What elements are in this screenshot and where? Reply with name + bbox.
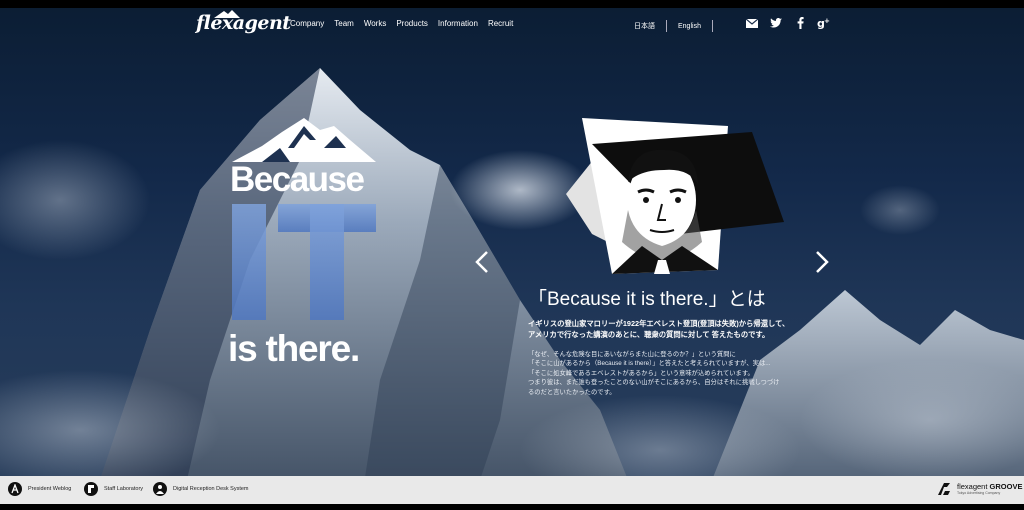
- brand-name: flexagent GROOVE: [957, 482, 1023, 491]
- footer-link-label: Staff Laboratory: [104, 486, 144, 492]
- brand-subtitle: Tokyo Advertising Company: [957, 491, 1001, 495]
- lead-text: イギリスの登山家マロリーが1922年エベレスト登頂(登頂は失敗)から帰還して、 …: [528, 318, 798, 340]
- digital-reception-icon: [153, 482, 167, 496]
- nav-information[interactable]: Information: [438, 19, 478, 28]
- footer-link-label: President Weblog: [28, 486, 72, 492]
- body-line: 「そこに山があるから（Because it is there）」と答えたと考えら…: [528, 360, 771, 368]
- hero-background: [0, 0, 1024, 510]
- lang-divider: [666, 20, 667, 32]
- nav-company[interactable]: Company: [290, 19, 324, 28]
- twitter-icon[interactable]: [769, 16, 783, 30]
- lang-japanese[interactable]: 日本語: [634, 21, 655, 31]
- nav-team[interactable]: Team: [334, 19, 354, 28]
- body-line: 「なぜ、そんな危険な目にあいながらまた山に登るのか？」という質問に: [528, 351, 736, 358]
- social-links: g +: [745, 16, 831, 30]
- svg-text:+: +: [824, 17, 830, 25]
- body-line: 「そこに処女峰であるエベレストがあるから」という意味が込められています。: [528, 369, 754, 377]
- body-line: つまり彼は、まだ誰も登ったことのない山がそこにあるから、自分はそれに挑戦しつづけ: [528, 379, 780, 387]
- it-heading: IT: [232, 204, 376, 320]
- nav-works[interactable]: Works: [364, 19, 387, 28]
- footer-link-digital-reception[interactable]: Digital Reception Desk System: [153, 482, 249, 496]
- body-line: るのだと言いたかったのです。: [528, 388, 616, 396]
- groove-logo-icon: [938, 483, 950, 495]
- next-slide-arrow-icon[interactable]: [812, 250, 832, 274]
- lead-line: アメリカで行なった講演のあとに、聴衆の質問に対して 答えたものです。: [528, 330, 770, 339]
- google-plus-icon[interactable]: g +: [817, 16, 831, 30]
- footer-bar: President Weblog Staff Laboratory Digita…: [0, 476, 1024, 504]
- body-text: 「なぜ、そんな危険な目にあいながらまた山に登るのか？」という質問に 「そこに山が…: [528, 350, 798, 397]
- footer-link-president-weblog[interactable]: President Weblog: [8, 482, 71, 496]
- language-switch: 日本語 English: [634, 20, 724, 32]
- is-there-heading: is there.: [228, 328, 360, 369]
- lang-english[interactable]: English: [678, 23, 701, 30]
- footer-link-staff-laboratory[interactable]: Staff Laboratory: [84, 482, 143, 496]
- site-logo[interactable]: flexagent: [196, 12, 291, 34]
- president-weblog-icon: [8, 482, 22, 496]
- quote-title: 「Because it is there.」とは: [528, 289, 766, 310]
- mail-icon[interactable]: [745, 16, 759, 30]
- mountain-photo: [0, 68, 1024, 510]
- staff-laboratory-icon: [84, 482, 98, 496]
- mallory-portrait: [566, 118, 784, 274]
- nav-products[interactable]: Products: [396, 19, 428, 28]
- bottom-bar: [0, 504, 1024, 510]
- nav-recruit[interactable]: Recruit: [488, 19, 513, 28]
- facebook-icon[interactable]: [793, 16, 807, 30]
- lead-line: イギリスの登山家マロリーが1922年エベレスト登頂(登頂は失敗)から帰還して、: [528, 319, 790, 328]
- footer-brand[interactable]: flexagent GROOVE Tokyo Advertising Compa…: [936, 481, 1022, 497]
- because-heading: Because: [230, 160, 365, 199]
- prev-slide-arrow-icon[interactable]: [472, 250, 492, 274]
- main-nav: Company Team Works Products Information …: [290, 19, 513, 28]
- top-bar: [0, 0, 1024, 8]
- logo-mountain-icon: [214, 10, 240, 18]
- footer-link-label: Digital Reception Desk System: [173, 486, 249, 492]
- mountain-logo-icon: [232, 118, 376, 162]
- lang-divider-end: [711, 20, 713, 32]
